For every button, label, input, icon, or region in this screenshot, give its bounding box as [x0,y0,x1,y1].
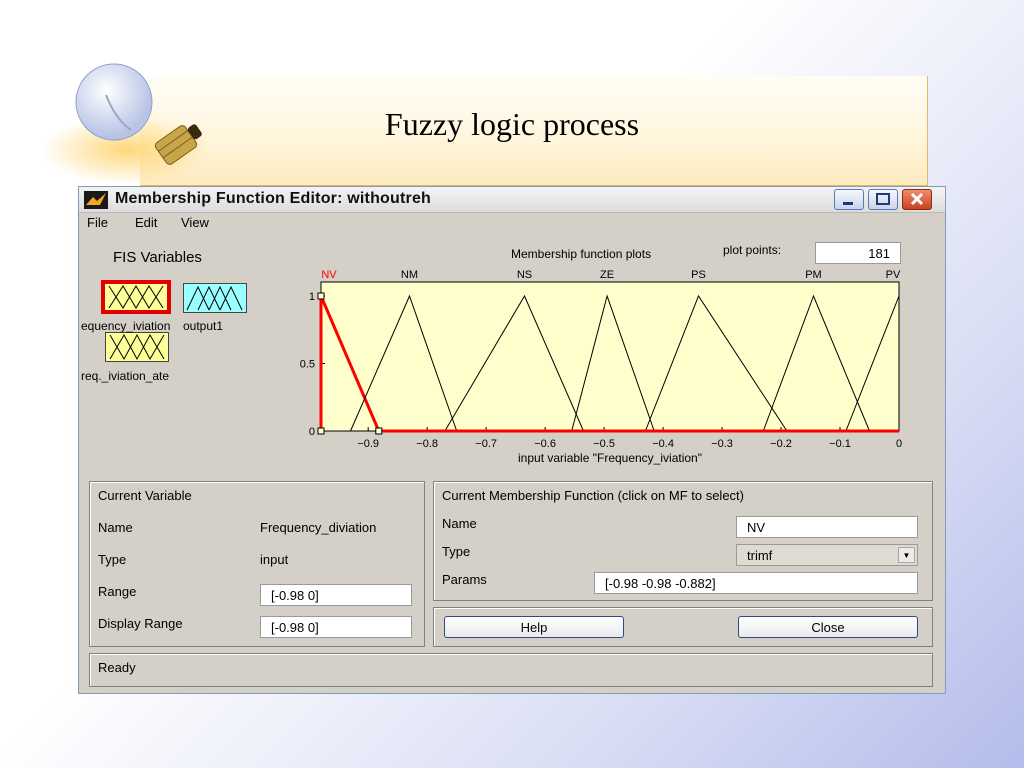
mf-params-label: Params [442,572,487,587]
variable-type-label: Type [98,552,127,567]
range-label: Range [98,584,137,599]
current-mf-header: Current Membership Function (click on MF… [442,488,744,503]
mf-label-nm: NM [401,269,418,281]
mf-label-ze: ZE [600,269,614,281]
x-tick-label: −0.5 [593,438,615,450]
mf-label-pm: PM [805,269,822,281]
membership-function-plot[interactable]: 0 0.5 1 −0.9 −0.8 −0.7 −0.6 −0.5 −0.4 −0.3 −0.2 −0.… [79,187,945,487]
close-button[interactable]: Close [738,616,918,638]
mf-label-pv: PV [886,269,901,281]
mf-type-label: Type [442,544,471,559]
mf-name-input[interactable]: NV [736,516,918,538]
y-tick-label: 1 [309,291,315,303]
current-variable-panel: Current Variable Name Frequency_diviatio… [89,481,425,647]
mf-vertex-handle [317,427,325,435]
mf-editor-window: Membership Function Editor: withoutreh F… [78,186,946,694]
mf-label-ns: NS [517,269,532,281]
y-tick-label: 0.5 [300,359,315,371]
variable-type-value: input [260,552,289,567]
x-tick-label: −0.1 [829,438,851,450]
current-mf-panel: Current Membership Function (click on MF… [433,481,933,601]
current-variable-header: Current Variable [98,488,192,503]
y-tick-label: 0 [309,426,315,438]
mf-vertex-handle [375,427,383,435]
mf-name-label: Name [442,516,477,531]
status-text: Ready [98,660,136,675]
slide-title: Fuzzy logic process [384,106,640,142]
range-input[interactable]: [-0.98 0] [260,584,412,606]
variable-name-label: Name [98,520,133,535]
dropdown-arrow-icon[interactable]: ▼ [898,547,915,563]
x-tick-label: 0 [896,438,902,450]
x-tick-label: −0.3 [711,438,733,450]
variable-name-value: Frequency_diviation [260,520,377,535]
x-tick-label: −0.8 [416,438,438,450]
help-button[interactable]: Help [444,616,624,638]
mf-type-select[interactable]: trimf ▼ [736,544,918,566]
mf-label-nv: NV [321,269,337,281]
buttons-panel: Help Close [433,607,933,647]
mf-vertex-handle [317,292,325,300]
display-range-label: Display Range [98,616,183,631]
x-axis-label: input variable "Frequency_iviation" [518,451,702,465]
x-tick-label: −0.6 [534,438,556,450]
status-bar: Ready [89,653,933,687]
x-tick-label: −0.2 [770,438,792,450]
mf-label-ps: PS [691,269,706,281]
x-tick-label: −0.9 [357,438,379,450]
display-range-input[interactable]: [-0.98 0] [260,616,412,638]
mf-type-value: trimf [747,548,773,563]
x-tick-label: −0.4 [652,438,674,450]
mf-params-input[interactable]: [-0.98 -0.98 -0.882] [594,572,918,594]
x-tick-label: −0.7 [475,438,497,450]
